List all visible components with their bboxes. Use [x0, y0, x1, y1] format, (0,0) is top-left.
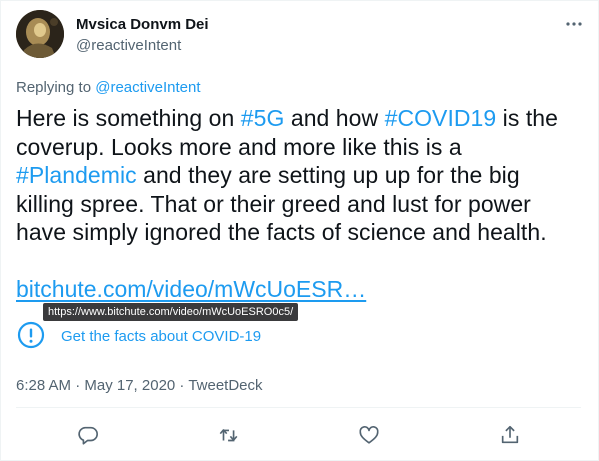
replying-to-mention[interactable]: @reactiveIntent	[95, 79, 200, 96]
author-handle[interactable]: @reactiveIntent	[76, 37, 181, 54]
tweet-link[interactable]: bitchute.com/video/mWcUoESR…	[16, 276, 366, 303]
tweet-meta[interactable]: 6:28 AM · May 17, 2020 · TweetDeck	[16, 377, 263, 394]
more-icon[interactable]	[564, 14, 584, 34]
like-icon[interactable]	[358, 424, 380, 446]
author-name[interactable]: Mvsica Donvm Dei	[76, 16, 209, 33]
facts-notice-label[interactable]: Get the facts about COVID-19	[61, 328, 261, 345]
action-bar	[0, 418, 599, 452]
hashtag-5g[interactable]: #5G	[241, 105, 285, 131]
replying-to-prefix: Replying to	[16, 79, 96, 96]
facts-notice[interactable]: Get the facts about COVID-19	[16, 318, 581, 352]
hashtag-plandemic[interactable]: #Plandemic	[16, 162, 137, 188]
replying-to: Replying to @reactiveIntent	[16, 79, 201, 96]
avatar[interactable]	[16, 10, 64, 58]
share-icon[interactable]	[499, 424, 521, 446]
reply-icon[interactable]	[77, 424, 99, 446]
tweet-text-part: Here is something on	[16, 105, 241, 131]
tweet-text-part: and how	[284, 105, 385, 131]
avatar-image	[16, 10, 64, 58]
hashtag-covid19[interactable]: #COVID19	[385, 105, 497, 131]
retweet-icon[interactable]	[218, 424, 240, 446]
divider	[16, 407, 581, 408]
info-icon	[16, 320, 46, 350]
tweet-text: Here is something on #5G and how #COVID1…	[16, 104, 581, 247]
